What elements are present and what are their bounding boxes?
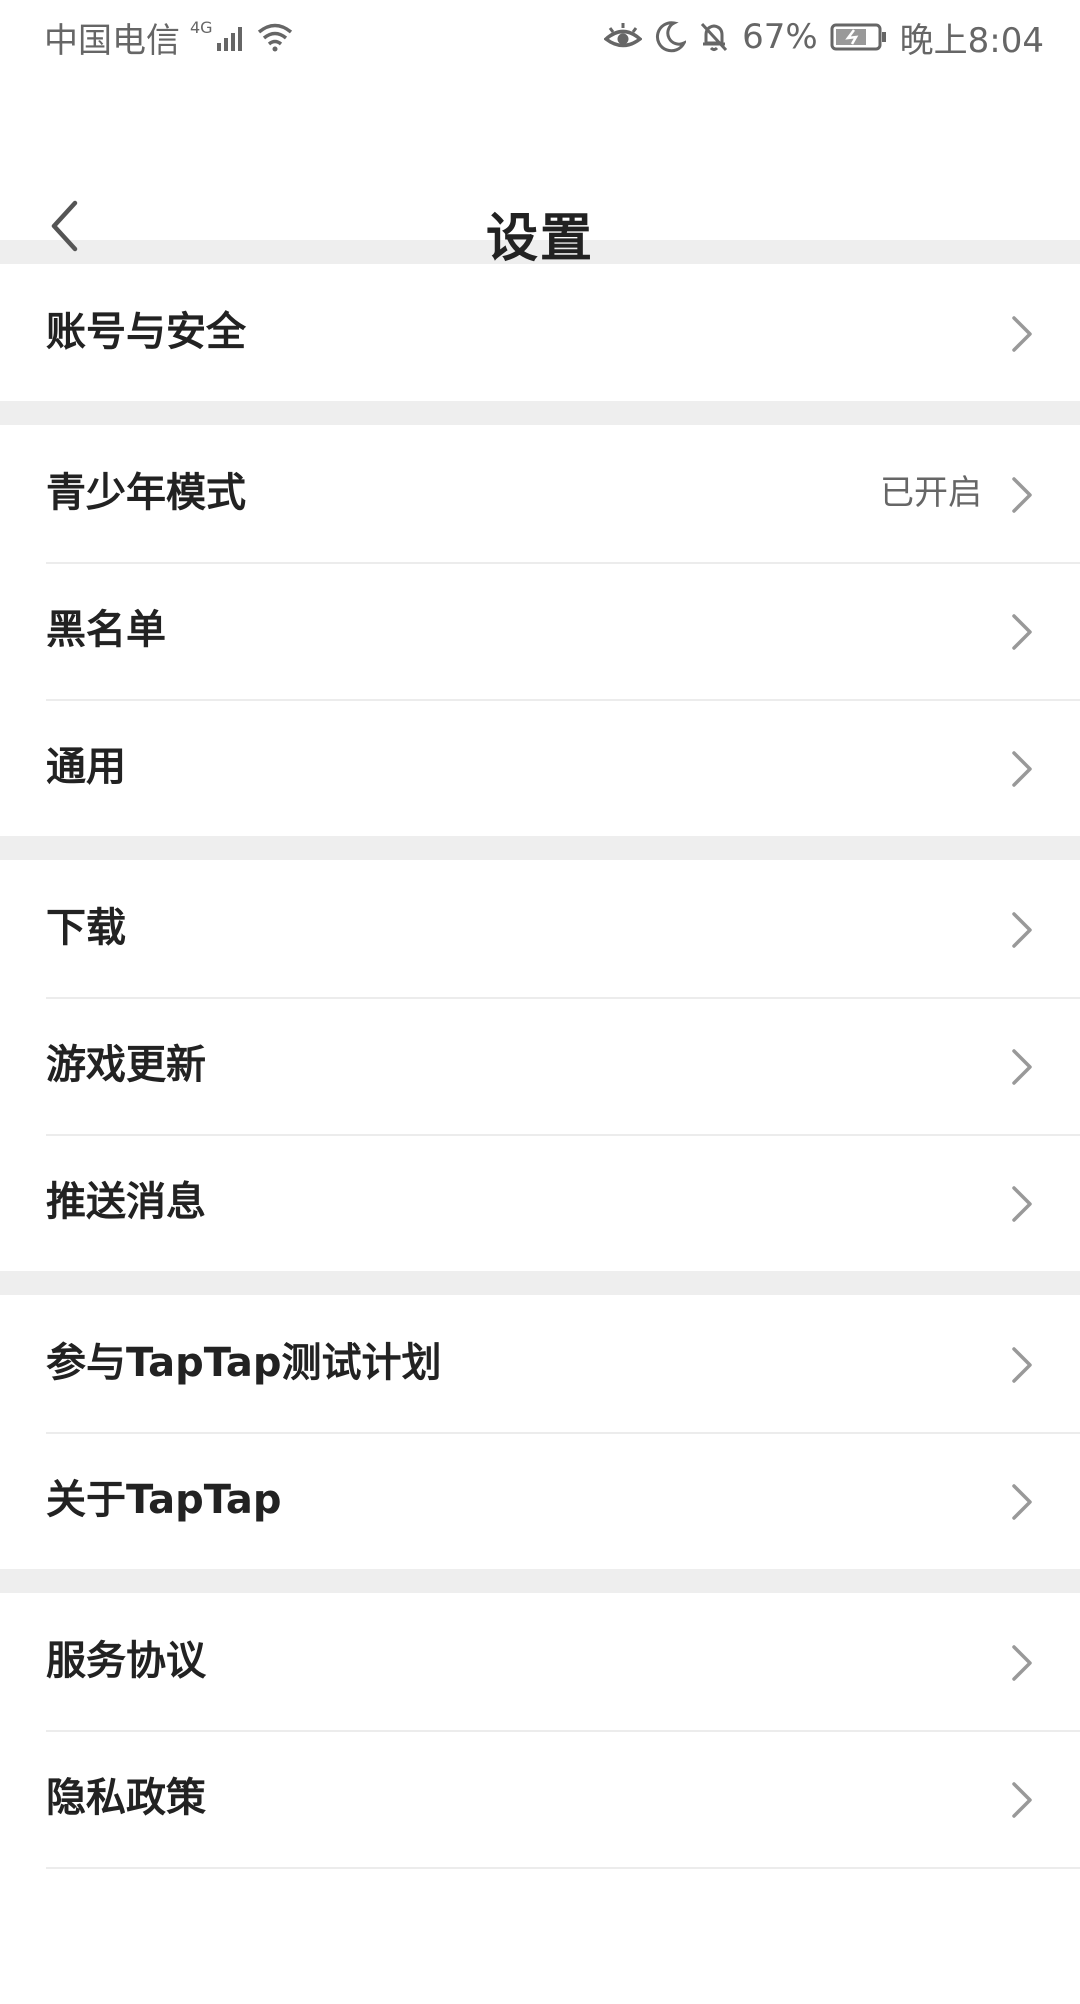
settings-row-label: 参与TapTap测试计划 [46, 1340, 442, 1386]
settings-row-label: 通用 [46, 744, 126, 790]
top-navigation-bar: 设置 [0, 74, 1080, 269]
signal-icon [216, 27, 242, 51]
settings-group-account: 账号与安全 [0, 264, 1080, 401]
settings-group-downloads: 下载 游戏更新 推送消息 [0, 860, 1080, 1271]
settings-group-legal: 服务协议 隐私政策 [0, 1593, 1080, 2004]
settings-group-taptap: 参与TapTap测试计划 关于TapTap [0, 1295, 1080, 1569]
chevron-right-icon [1012, 751, 1032, 787]
status-right: 67% 晚上8:04 [604, 14, 1044, 61]
settings-row-label: 隐私政策 [46, 1775, 206, 1821]
chevron-right-icon [1012, 1347, 1032, 1383]
settings-row-terms-of-service[interactable]: 服务协议 [0, 1593, 1080, 1730]
section-divider [0, 1271, 1080, 1295]
section-divider [0, 401, 1080, 425]
chevron-right-icon [1012, 1782, 1032, 1818]
bell-off-icon [700, 22, 728, 52]
settings-row-privacy-policy[interactable]: 隐私政策 [0, 1730, 1080, 1867]
status-bar: 中国电信 4G 67% 晚上8:04 [0, 0, 1080, 74]
settings-group-privacy: 青少年模式 已开启 黑名单 通用 [0, 425, 1080, 836]
settings-row-label: 推送消息 [46, 1179, 206, 1225]
page-title: 设置 [485, 209, 594, 269]
chevron-right-icon [1012, 1484, 1032, 1520]
settings-row-label: 黑名单 [46, 607, 166, 653]
chevron-right-icon [1012, 316, 1032, 352]
settings-row-label: 关于TapTap [46, 1477, 282, 1523]
settings-row-teen-mode[interactable]: 青少年模式 已开启 [0, 425, 1080, 562]
settings-row-label: 游戏更新 [46, 1042, 206, 1088]
settings-row-account-security[interactable]: 账号与安全 [0, 264, 1080, 401]
teen-mode-status: 已开启 [880, 473, 982, 513]
settings-row-game-updates[interactable]: 游戏更新 [0, 997, 1080, 1134]
chevron-right-icon [1012, 1645, 1032, 1681]
settings-row-about[interactable]: 关于TapTap [0, 1432, 1080, 1569]
chevron-right-icon [1012, 1186, 1032, 1222]
settings-row-beta-program[interactable]: 参与TapTap测试计划 [0, 1295, 1080, 1432]
settings-row-push-notifications[interactable]: 推送消息 [0, 1134, 1080, 1271]
clock: 晚上8:04 [899, 20, 1044, 61]
chevron-right-icon [1012, 912, 1032, 948]
status-left: 中国电信 4G [44, 14, 293, 61]
wifi-icon [257, 23, 292, 52]
network-type: 4G [190, 17, 213, 37]
chevron-right-icon [1012, 1049, 1032, 1085]
eye-comfort-icon [604, 23, 643, 48]
battery-icon [830, 23, 886, 51]
settings-row-label: 青少年模式 [46, 470, 246, 516]
section-divider [0, 1569, 1080, 1593]
battery-percent: 67% [742, 17, 818, 57]
settings-row-blacklist[interactable]: 黑名单 [0, 562, 1080, 699]
settings-row-download[interactable]: 下载 [0, 860, 1080, 997]
chevron-right-icon [1012, 614, 1032, 650]
settings-row-label: 下载 [46, 905, 126, 951]
settings-row-label: 账号与安全 [46, 309, 246, 355]
section-divider [0, 836, 1080, 860]
moon-icon [656, 21, 687, 53]
chevron-right-icon [1012, 477, 1032, 513]
carrier-name: 中国电信 [44, 20, 180, 61]
settings-row-partial [0, 1867, 1080, 2004]
settings-row-general[interactable]: 通用 [0, 699, 1080, 836]
settings-row-label: 服务协议 [46, 1638, 206, 1684]
